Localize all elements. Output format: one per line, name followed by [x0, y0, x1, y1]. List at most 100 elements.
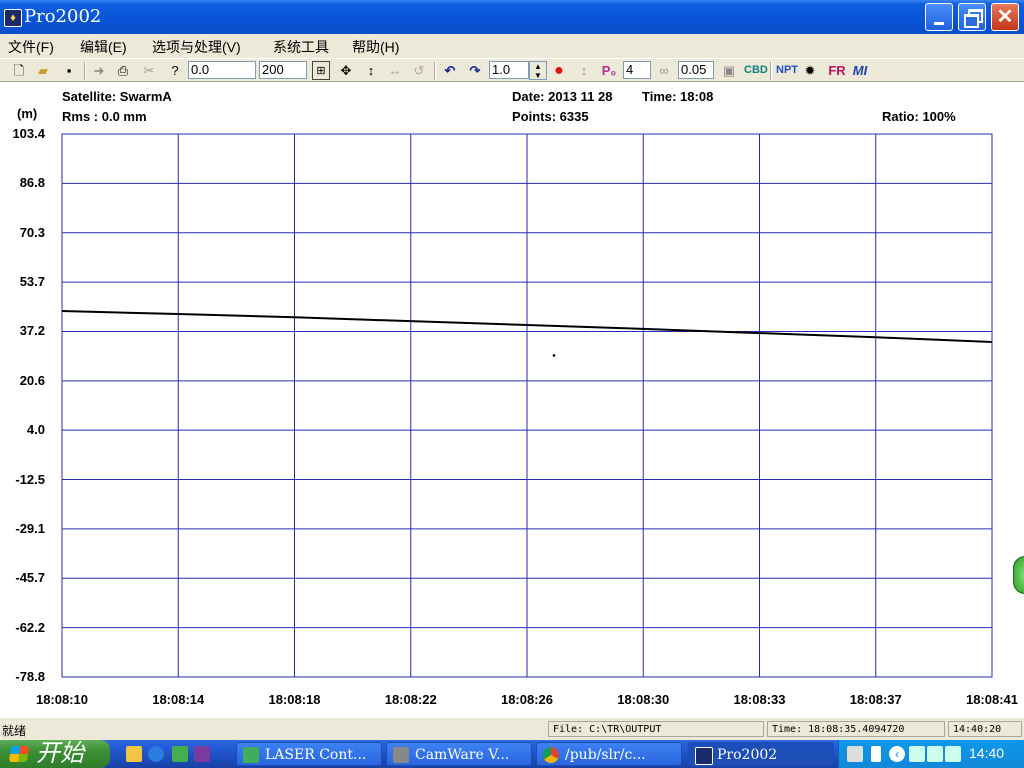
task-browser[interactable]: /pub/slr/c...: [536, 742, 682, 766]
title-bar: ♦ Pro2002 ✕: [0, 0, 1024, 34]
arrows-icon[interactable]: [172, 746, 188, 762]
menu-help[interactable]: 帮助(H): [352, 37, 399, 57]
step-input[interactable]: 1.0: [489, 61, 529, 79]
y-tick-label: -45.7: [15, 570, 45, 586]
x-tick-label: 18:08:30: [617, 692, 670, 707]
task-camware[interactable]: CamWare V...: [386, 742, 532, 766]
task-pro2002[interactable]: Pro2002: [688, 742, 834, 766]
y-tick-label: 86.8: [19, 175, 45, 191]
x-tick-label: 18:08:41: [965, 692, 1019, 707]
cbd-icon[interactable]: CBD: [744, 61, 768, 80]
restore-icon-front: [964, 14, 979, 28]
close-button[interactable]: ✕: [991, 3, 1019, 31]
menu-file[interactable]: 文件(F): [8, 37, 54, 57]
updown-icon[interactable]: ↕: [576, 61, 592, 80]
y-tick-label: 20.6: [19, 372, 45, 388]
residual-chart[interactable]: [0, 82, 1024, 718]
y-tick-label: 103.4: [12, 126, 45, 141]
zoom-fit-icon[interactable]: ⊞: [312, 61, 330, 80]
x-tick-label: 18:08:26: [500, 692, 554, 707]
network-icon-2[interactable]: [927, 746, 943, 762]
status-clock: 14:40:20: [948, 721, 1022, 737]
y-tick-label: -62.2: [15, 619, 45, 635]
x-tick-label: 18:08:22: [384, 692, 437, 707]
cut-icon[interactable]: ✂: [140, 61, 158, 80]
infinity-icon[interactable]: ∞: [655, 61, 673, 80]
npt-icon[interactable]: NPT: [776, 61, 798, 80]
keyboard-icon[interactable]: [847, 746, 863, 762]
minimize-button[interactable]: [925, 3, 953, 31]
y-tick-label: 4.0: [26, 422, 45, 438]
threshold-input[interactable]: 0.05: [678, 61, 714, 79]
fr-icon[interactable]: FR: [828, 61, 846, 80]
save-icon[interactable]: ▪: [60, 61, 78, 80]
x-tick-label: 18:08:33: [733, 692, 786, 707]
y-tick-label: -29.1: [15, 520, 45, 536]
task-label: CamWare V...: [415, 747, 510, 763]
step-spinner[interactable]: ▲ ▼: [529, 61, 547, 80]
open-folder-icon[interactable]: ▰: [34, 61, 52, 80]
camware-task-icon: [393, 747, 409, 763]
mi-icon[interactable]: MI: [850, 61, 870, 80]
task-label: LASER Cont...: [265, 747, 367, 763]
rotate-right-icon[interactable]: ↷: [466, 61, 484, 80]
ie-icon[interactable]: [148, 746, 164, 762]
app-quick-icon[interactable]: [194, 746, 210, 762]
chrome-icon: [543, 747, 559, 763]
pan-icon[interactable]: ✥: [337, 61, 355, 80]
status-bar: 就绪 File: C:\TR\OUTPUT Time: 18:08:35.409…: [0, 718, 1024, 740]
windows-logo-icon: [8, 746, 30, 762]
close-icon: ✕: [996, 6, 1014, 28]
task-label: /pub/slr/c...: [565, 747, 646, 763]
outlier-point: [552, 354, 556, 357]
pro2002-task-icon: [695, 747, 713, 765]
record-dot-icon[interactable]: ●: [552, 61, 566, 80]
y-tick-label: -78.8: [15, 669, 45, 684]
restore-button[interactable]: [958, 3, 986, 31]
range-end-input[interactable]: 200: [259, 61, 307, 79]
system-tray: ‹ 14:40: [838, 740, 1024, 768]
p-value-input[interactable]: 4: [623, 61, 651, 79]
menu-system-tools[interactable]: 系统工具: [273, 37, 329, 57]
horizontal-arrows-icon[interactable]: ↔: [386, 61, 404, 80]
y-tick-label: 37.2: [19, 323, 45, 339]
y-tick-label: 70.3: [19, 224, 45, 240]
start-button[interactable]: 开始: [0, 740, 110, 768]
menu-options[interactable]: 选项与处理(V): [152, 37, 241, 57]
gear-dot-icon[interactable]: ✹: [802, 61, 818, 80]
task-label: Pro2002: [717, 747, 778, 763]
minimize-icon: [934, 22, 944, 25]
print-icon[interactable]: ⎙: [114, 61, 132, 80]
help-icon[interactable]: ?: [166, 61, 184, 80]
x-tick-label: 18:08:14: [152, 692, 205, 707]
start-label: 开始: [36, 740, 84, 767]
toolbar: 🗋 ▰ ▪ ➜ ⎙ ✂ ? 0.0 200 ⊞ ✥ ↕ ↔ ↺ ↶ ↷ 1.0 …: [0, 58, 1024, 82]
menu-bar: 文件(F) 编辑(E) 选项与处理(V) 系统工具 帮助(H): [0, 34, 1024, 58]
tray-clock: 14:40: [969, 745, 1005, 761]
arrow-right-icon[interactable]: ➜: [90, 61, 108, 80]
network-icon-1[interactable]: [909, 746, 925, 762]
vertical-arrows-icon[interactable]: ↕: [362, 61, 380, 80]
menu-edit[interactable]: 编辑(E): [80, 37, 127, 57]
disk-gray-icon[interactable]: ▣: [720, 61, 738, 80]
app-icon[interactable]: ♦: [4, 9, 22, 27]
status-time: Time: 18:08:35.4094720: [767, 721, 945, 737]
laser-task-icon: [243, 747, 259, 763]
p-zero-icon[interactable]: P₀: [600, 61, 618, 80]
x-tick-label: 18:08:37: [849, 692, 902, 707]
task-laser-control[interactable]: LASER Cont...: [236, 742, 382, 766]
undo-gray-icon[interactable]: ↺: [410, 61, 428, 80]
folder-icon[interactable]: [126, 746, 142, 762]
new-file-icon[interactable]: 🗋: [10, 61, 28, 80]
y-tick-label: -12.5: [15, 471, 45, 487]
tray-expand-icon[interactable]: ‹: [889, 746, 905, 762]
range-start-input[interactable]: 0.0: [188, 61, 256, 79]
window-title: Pro2002: [24, 6, 102, 27]
status-file: File: C:\TR\OUTPUT: [548, 721, 764, 737]
taskbar: 开始 LASER Cont... CamWare V... /pub/slr/c…: [0, 740, 1024, 768]
usb-icon[interactable]: [871, 746, 881, 762]
side-green-button[interactable]: [1013, 556, 1024, 594]
rotate-left-icon[interactable]: ↶: [441, 61, 459, 80]
network-icon-3[interactable]: [945, 746, 961, 762]
x-tick-label: 18:08:10: [35, 692, 89, 707]
